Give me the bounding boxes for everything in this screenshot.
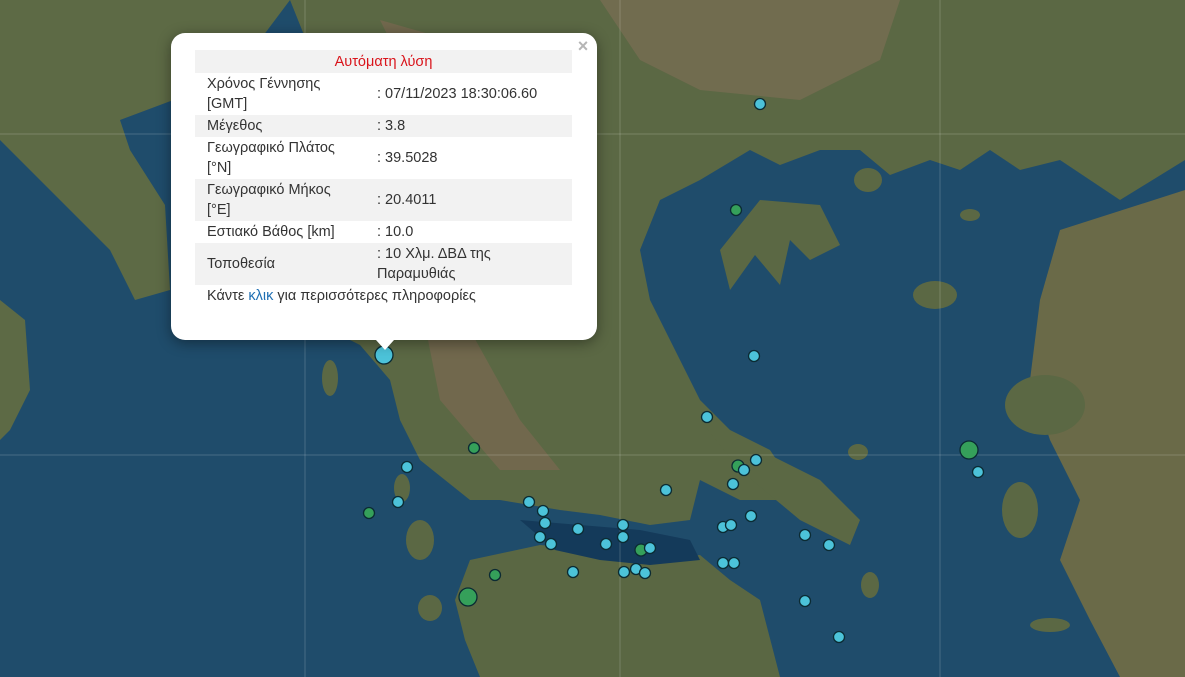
island-ikaria [1030,618,1070,632]
quake-marker[interactable] [571,522,585,536]
origin-time-value: : 07/11/2023 18:30:06.60 [377,86,538,102]
quake-marker[interactable] [832,630,846,644]
quake-marker[interactable] [617,565,631,579]
longitude-label: Γεωγραφικό Μήκος [°E] [195,179,365,221]
magnitude-value: : 3.8 [365,115,572,137]
quake-marker[interactable] [533,530,547,544]
info-table: Αυτόματη λύση Χρόνος Γέννησης [GMT] : 07… [195,50,572,285]
longitude-value: : 20.4011 [365,179,572,221]
quake-marker[interactable] [544,537,558,551]
quake-marker[interactable] [566,565,580,579]
quake-marker[interactable] [726,477,740,491]
map-view[interactable]: × Αυτόματη λύση Χρόνος Γέννησης [GMT] : … [0,0,1185,677]
row-latitude: Γεωγραφικό Πλάτος [°N] : 39.5028 [195,137,572,179]
quake-marker[interactable] [959,440,979,460]
depth-value: : 10.0 [377,224,414,240]
location-value: : 10 Χλμ. ΔΒΔ της Παραμυθιάς [365,243,572,285]
latitude-value: : 39.5028 [377,150,438,166]
quake-marker[interactable] [467,441,481,455]
quake-marker[interactable] [538,516,552,530]
quake-marker[interactable] [727,556,741,570]
more-info-text: Κάντε κλικ για περισσότερες πληροφορίες [195,285,573,307]
row-magnitude: Μέγεθος : 3.8 [195,115,572,137]
quake-marker[interactable] [744,509,758,523]
quake-marker[interactable] [749,453,763,467]
quake-marker[interactable] [753,97,767,111]
island-lemnos [913,281,957,309]
quake-marker[interactable] [700,410,714,424]
popup-title: Αυτόματη λύση [195,50,572,73]
quake-marker[interactable] [822,538,836,552]
quake-marker[interactable] [737,463,751,477]
row-longitude: Γεωγραφικό Μήκος [°E] : 20.4011 [195,179,572,221]
row-origin-time: Χρόνος Γέννησης [GMT] : 07/11/2023 18:30… [195,73,572,115]
depth-label: Εστιακό Βάθος [km] [207,224,335,240]
island-corfu [322,360,338,396]
island-zakynthos [418,595,442,621]
more-info-suffix: για περισσότερες πληροφορίες [273,288,476,304]
quake-marker[interactable] [599,537,613,551]
quake-marker[interactable] [643,541,657,555]
island-lesvos [1005,375,1085,435]
quake-marker[interactable] [488,568,502,582]
quake-marker[interactable] [522,495,536,509]
latitude-label: Γεωγραφικό Πλάτος [°N] [207,140,335,176]
location-label: Τοποθεσία [195,243,365,285]
island-skyros [848,444,868,460]
quake-marker[interactable] [391,495,405,509]
quake-marker[interactable] [659,483,673,497]
quake-marker[interactable] [798,528,812,542]
island-samothraki [960,209,980,221]
more-info-link[interactable]: κλικ [248,288,273,304]
quake-marker[interactable] [724,518,738,532]
island-chios [1002,482,1038,538]
quake-marker[interactable] [616,530,630,544]
popup-tip [376,340,394,350]
island-thasos [854,168,882,192]
quake-marker[interactable] [716,556,730,570]
quake-marker[interactable] [362,506,376,520]
island-kefalonia [406,520,434,560]
quake-marker[interactable] [638,566,652,580]
magnitude-label: Μέγεθος [195,115,365,137]
quake-marker[interactable] [729,203,743,217]
quake-marker[interactable] [400,460,414,474]
island-andros [861,572,879,598]
quake-marker[interactable] [798,594,812,608]
quake-marker[interactable] [536,504,550,518]
earthquake-info-popup: × Αυτόματη λύση Χρόνος Γέννησης [GMT] : … [171,33,597,350]
more-info-prefix: Κάντε [207,288,249,304]
quake-marker[interactable] [616,518,630,532]
close-icon[interactable]: × [575,37,591,55]
row-location: Τοποθεσία : 10 Χλμ. ΔΒΔ της Παραμυθιάς [195,243,572,285]
quake-marker[interactable] [458,587,478,607]
quake-marker[interactable] [747,349,761,363]
origin-time-label: Χρόνος Γέννησης [GMT] [207,76,321,112]
quake-marker[interactable] [971,465,985,479]
row-depth: Εστιακό Βάθος [km] : 10.0 [195,221,572,243]
